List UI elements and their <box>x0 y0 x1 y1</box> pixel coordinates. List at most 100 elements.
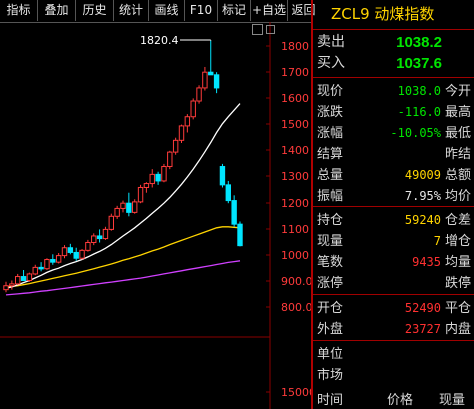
y-tick-label: 900.0 <box>281 275 311 288</box>
f10-button[interactable]: F10 <box>185 0 218 21</box>
quote-row: 现价 1038.0 今开 <box>313 81 474 102</box>
candle-body <box>132 201 138 213</box>
quote-row-label: 结算 <box>317 147 344 162</box>
candle-body <box>225 184 232 202</box>
y-tick-label: 1500 <box>281 118 309 131</box>
quote-row: 现量 7 增仓 <box>313 231 474 252</box>
mark-button[interactable]: 标记 <box>218 0 251 21</box>
candle-body <box>208 71 214 76</box>
quote-row-right-label: 均价 <box>445 189 472 204</box>
candle-body <box>126 202 132 213</box>
candle-body <box>231 200 237 225</box>
quote-row: 结算 昨结 <box>313 144 474 165</box>
divider-line <box>313 77 474 78</box>
price-header: 价格 <box>387 393 414 408</box>
quote-row-label: 现量 <box>317 234 344 249</box>
quote-row-value: 7 <box>433 234 441 248</box>
candle-body <box>3 285 9 291</box>
divider-line <box>313 206 474 207</box>
quote-row-label: 涨幅 <box>317 126 344 141</box>
quote-row-label: 涨停 <box>317 276 344 291</box>
divider-line <box>313 340 474 341</box>
quote-row-right-label: 今开 <box>445 84 472 99</box>
quote-row-right-label: 跌停 <box>445 276 472 291</box>
peak-price-label: 1820.4 <box>140 34 179 47</box>
bid-row: 买入 1037.6 <box>313 53 474 74</box>
quote-row: 外盘 23727 内盘 <box>313 319 474 340</box>
y-tick-label: 1200 <box>281 197 309 210</box>
add-watchlist-button[interactable]: +自选 <box>251 0 288 21</box>
futures-quote-screen: 指标 叠加 历史 统计 画线 F10 标记 +自选 返回 1800 1700 160… <box>0 0 474 409</box>
candle-body <box>167 151 173 168</box>
y-tick-label: 1000 <box>281 249 309 262</box>
volume-header: 现量 <box>439 393 466 408</box>
candle-body <box>137 186 144 203</box>
candle-body <box>96 235 103 240</box>
quote-row-right-label: 最高 <box>445 105 472 120</box>
y-tick-label: 1100 <box>281 223 309 236</box>
draw-line-button[interactable]: 画线 <box>149 0 185 21</box>
quote-row-label: 笔数 <box>317 255 344 270</box>
quote-row-label: 外盘 <box>317 322 344 337</box>
candle-body <box>102 228 109 240</box>
candle-body <box>237 223 243 247</box>
y-tick-label: 1600 <box>281 92 309 105</box>
ask-value: 1038.2 <box>396 34 442 51</box>
quote-row: 持仓 59240 仓差 <box>313 210 474 231</box>
quote-row-label: 涨跌 <box>317 105 344 120</box>
bid-value: 1037.6 <box>396 55 442 72</box>
quote-row-right-label: 总额 <box>445 168 472 183</box>
candle-body <box>55 255 62 263</box>
quote-row: 涨跌 -116.0 最高 <box>313 102 474 123</box>
quote-row: 开仓 52490 平仓 <box>313 298 474 319</box>
candle-body <box>91 235 97 243</box>
candle-body <box>202 71 208 89</box>
candle-body <box>50 259 56 263</box>
candle-body <box>73 251 79 259</box>
quote-row: 涨幅 -10.05% 最低 <box>313 123 474 144</box>
candle-body <box>44 259 50 270</box>
indicator-button[interactable]: 指标 <box>0 0 38 21</box>
candle-body <box>155 173 161 182</box>
candle-body <box>120 202 126 209</box>
candle-body <box>196 87 202 102</box>
candle-body <box>184 116 191 127</box>
candle-body <box>9 283 15 287</box>
quote-row: 笔数 9435 均量 <box>313 252 474 273</box>
quote-row-value: 49009 <box>404 168 441 182</box>
zoom-out-box-icon[interactable] <box>252 24 263 35</box>
quote-row-label: 总量 <box>317 168 344 183</box>
quote-row-label: 持仓 <box>317 213 344 228</box>
candle-body <box>149 173 155 185</box>
y-tick-label: 1400 <box>281 144 309 157</box>
history-button[interactable]: 历史 <box>76 0 114 21</box>
overlay-button[interactable]: 叠加 <box>38 0 76 21</box>
zoom-in-box-icon[interactable] <box>266 25 275 34</box>
candle-body <box>178 125 185 141</box>
quote-row-label: 单位 <box>317 347 344 362</box>
candle-body <box>79 249 85 259</box>
quote-row-value: 7.95% <box>404 189 441 203</box>
kline-chart[interactable]: 1800 1700 1600 1500 1400 1300 1200 1100 1000 900.… <box>0 22 311 409</box>
candle-body <box>26 273 33 281</box>
candle-body <box>38 266 44 270</box>
quote-panel: ZCL9 动煤指数 卖出 1038.2 买入 1037.6 现价 1038.0 今开… <box>313 0 474 409</box>
statistics-button[interactable]: 统计 <box>114 0 149 21</box>
quote-row-label: 振幅 <box>317 189 344 204</box>
candle-body <box>15 276 21 285</box>
candle-body <box>143 183 150 188</box>
quote-row-right-label: 平仓 <box>445 301 472 316</box>
quote-row-right-label: 内盘 <box>445 322 472 337</box>
bid-label: 买入 <box>317 55 345 71</box>
candle-body <box>172 139 179 153</box>
candle-body <box>190 100 196 118</box>
candle-body <box>61 247 68 257</box>
candle-body <box>85 242 91 251</box>
y-tick-label: 15000 <box>281 386 311 399</box>
candle-body <box>32 266 38 275</box>
quote-row-value: 59240 <box>404 213 441 227</box>
quote-row: 涨停 跌停 <box>313 273 474 294</box>
quote-row-value: -10.05% <box>390 126 441 140</box>
quote-row-right-label: 最低 <box>445 126 472 141</box>
candle-body <box>108 215 114 230</box>
